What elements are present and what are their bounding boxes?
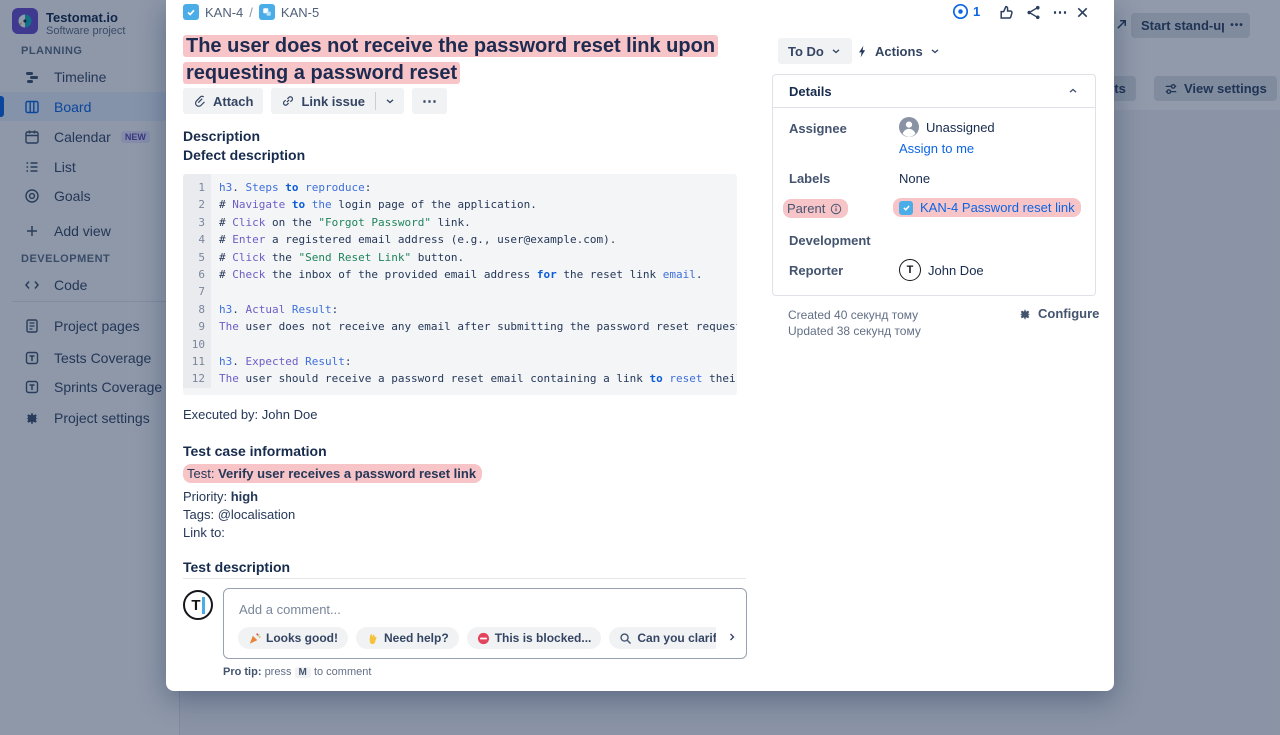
test-description-heading: Test description: [183, 559, 290, 575]
person-icon: [899, 117, 919, 137]
watchers-count: 1: [973, 4, 980, 19]
quick-reply-pill[interactable]: Need help?: [356, 627, 459, 649]
like-button[interactable]: [996, 3, 1016, 21]
current-user-avatar: T: [183, 590, 213, 620]
code-line: 6# Check the inbox of the provided email…: [183, 266, 737, 283]
chevron-down-icon: [830, 45, 842, 57]
quick-reply-pill[interactable]: Looks good!: [238, 627, 348, 649]
magnifier-icon: [619, 632, 632, 645]
share-icon: [1025, 4, 1042, 21]
tags-row: Tags: @localisation: [183, 507, 295, 522]
gear-icon: [1018, 307, 1032, 321]
code-line: 12The user should receive a password res…: [183, 370, 737, 387]
parent-issue-type-icon: [183, 4, 199, 20]
code-line: 1h3. Steps to reproduce:: [183, 174, 737, 196]
code-line: 9The user does not receive any email aft…: [183, 318, 737, 335]
comment-input[interactable]: Add a comment...: [239, 602, 341, 617]
status-dropdown[interactable]: To Do: [778, 38, 852, 64]
development-label: Development: [789, 233, 871, 248]
description-label: Description: [183, 128, 260, 144]
watchers-button[interactable]: 1: [952, 3, 980, 20]
task-type-icon: [899, 201, 913, 215]
defect-description-heading: Defect description: [183, 147, 305, 163]
breadcrumb-parent-link[interactable]: KAN-4: [205, 5, 243, 20]
executed-by: Executed by: John Doe: [183, 407, 317, 422]
code-line: 10: [183, 336, 737, 353]
configure-button[interactable]: Configure: [1018, 306, 1099, 321]
more-dots-icon: ⋯: [1053, 3, 1068, 21]
code-line: 4# Enter a registered email address (e.g…: [183, 231, 737, 248]
code-line: 11h3. Expected Result:: [183, 353, 737, 370]
code-line: 5# Click the "Send Reset Link" button.: [183, 249, 737, 266]
quick-reply-pill[interactable]: Can you clarify...?: [609, 627, 716, 649]
quick-replies-scroll-right[interactable]: [726, 630, 738, 648]
wave-icon: [366, 632, 379, 645]
assign-to-me-link[interactable]: Assign to me: [899, 141, 974, 156]
code-line: 2# Navigate to the login page of the app…: [183, 196, 737, 213]
labels-label: Labels: [789, 171, 830, 186]
close-button[interactable]: [1072, 3, 1092, 21]
party-icon: [248, 632, 261, 645]
reporter-avatar: T: [899, 259, 921, 281]
comment-box: Add a comment... Looks good! Need help? Th…: [223, 588, 747, 659]
code-line: 7: [183, 283, 737, 300]
assignee-value[interactable]: Unassigned: [899, 117, 995, 137]
keyboard-shortcut-m: M: [295, 667, 311, 678]
link-icon: [281, 94, 295, 108]
parent-label: Parent: [783, 199, 848, 218]
info-icon: [830, 203, 842, 215]
issue-toolbar: Attach Link issue ⋯: [183, 88, 447, 114]
reporter-value: T John Doe: [899, 259, 984, 281]
quick-reply-pill[interactable]: This is blocked...: [467, 627, 602, 649]
chevron-right-icon: [726, 631, 738, 643]
actions-dropdown[interactable]: Actions: [850, 38, 947, 64]
issue-title[interactable]: The user does not receive the password r…: [183, 33, 728, 87]
issue-modal: KAN-4 / KAN-5 1 ⋯ The user does not rece…: [166, 0, 1114, 691]
chevron-down-icon: [929, 45, 941, 57]
labels-value[interactable]: None: [899, 171, 930, 186]
code-block: 1h3. Steps to reproduce:2# Navigate to t…: [183, 174, 737, 395]
link-issue-button[interactable]: Link issue: [271, 88, 375, 114]
chevron-down-icon: [384, 95, 396, 107]
breadcrumb-current-link[interactable]: KAN-5: [281, 5, 319, 20]
subtask-issue-type-icon: [259, 4, 275, 20]
code-line: 8h3. Actual Result:: [183, 301, 737, 318]
modal-more-button[interactable]: ⋯: [1050, 3, 1070, 21]
code-block-lines: 1h3. Steps to reproduce:2# Navigate to t…: [183, 174, 737, 388]
link-issue-dropdown[interactable]: [376, 88, 404, 114]
lightning-icon: [856, 45, 869, 58]
quick-replies: Looks good! Need help? This is blocked... C…: [238, 627, 716, 651]
priority-row: Priority: high: [183, 489, 258, 504]
link-issue-split-button: Link issue: [271, 88, 404, 114]
eye-icon: [952, 3, 969, 20]
parent-value[interactable]: KAN-4 Password reset link: [893, 198, 1081, 217]
blocked-icon: [477, 632, 490, 645]
updated-timestamp: Updated 38 секунд тому: [788, 324, 921, 338]
close-icon: [1075, 5, 1090, 20]
paperclip-icon: [193, 94, 207, 108]
divider: [183, 578, 746, 579]
link-to-row: Link to:: [183, 525, 225, 540]
share-button[interactable]: [1023, 3, 1043, 21]
test-name-row: Test: Verify user receives a password re…: [183, 466, 482, 481]
reporter-label: Reporter: [789, 263, 843, 278]
assignee-label: Assignee: [789, 121, 847, 136]
thumbs-up-icon: [1001, 6, 1012, 17]
code-line: 3# Click on the "Forgot Password" link.: [183, 214, 737, 231]
pro-tip: Pro tip: press M to comment: [223, 666, 371, 678]
attach-button[interactable]: Attach: [183, 88, 263, 114]
created-timestamp: Created 40 секунд тому: [788, 308, 918, 322]
details-panel: Details Assignee Unassigned Assign to me…: [772, 74, 1096, 296]
test-case-heading: Test case information: [183, 443, 327, 459]
app-root: Start stand-up ••• Insights View setting…: [0, 0, 1280, 735]
toolbar-more-button[interactable]: ⋯: [412, 88, 447, 114]
chevron-up-icon: [1067, 85, 1079, 97]
details-panel-header[interactable]: Details: [773, 75, 1095, 108]
breadcrumb: KAN-4 / KAN-5: [183, 4, 319, 20]
